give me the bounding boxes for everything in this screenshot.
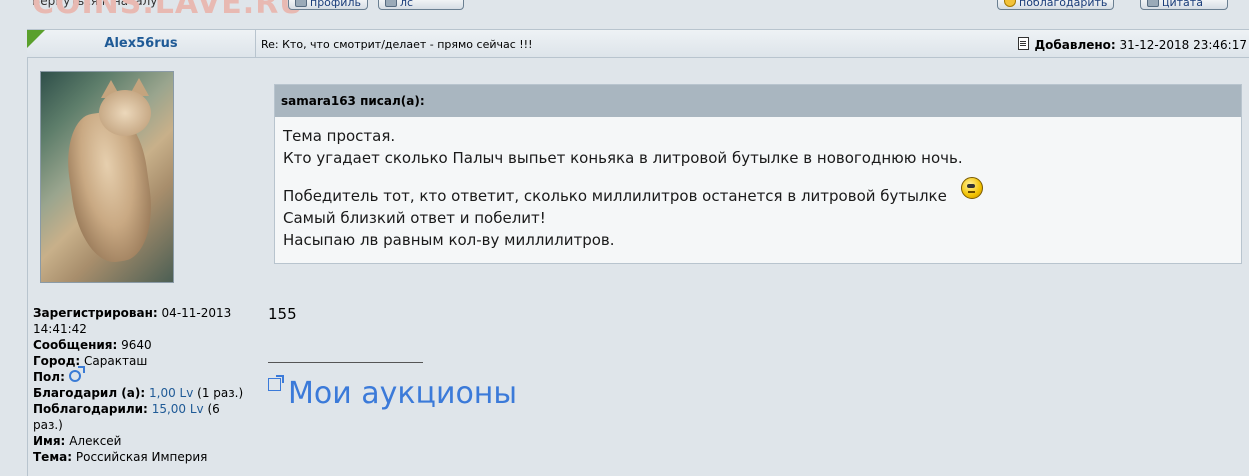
thank-button-label: поблагодарить <box>1019 0 1108 9</box>
signature-link[interactable]: Мои аукционы <box>268 375 518 411</box>
user-thanked-value[interactable]: 1,00 Lv <box>149 386 193 400</box>
user-topic: Тема: Российская Империя <box>33 450 208 464</box>
user-city: Город: Саракташ <box>33 354 148 368</box>
quote-line: Самый близкий ответ и побелит! <box>283 209 546 227</box>
user-thanks: Поблагодарили: 15,00 Lv (6 раз.) <box>33 402 220 432</box>
quote-line: Кто угадает сколько Палыч выпьет коньяка… <box>283 149 963 167</box>
quote-body: Тема простая. Кто угадает сколько Палыч … <box>275 117 1241 259</box>
quote-button-label: цитата <box>1162 0 1203 9</box>
quote-author: samara163 писал(а): <box>275 85 1241 117</box>
profile-button[interactable]: профиль <box>288 0 368 10</box>
user-thanked: Благодарил (а): 1,00 Lv (1 раз.) <box>33 386 244 400</box>
thank-icon <box>1004 0 1016 7</box>
male-icon <box>68 366 85 382</box>
quote-line: Насыпаю лв равным кол-ву миллилитров. <box>283 231 615 249</box>
post-text: 155 <box>268 305 297 323</box>
site-watermark: COINS.LAVE.RU <box>32 0 305 21</box>
external-link-icon <box>268 375 284 391</box>
profile-icon <box>295 0 307 7</box>
pm-button-label: лс <box>400 0 414 9</box>
profile-button-label: профиль <box>310 0 361 9</box>
quote-block: samara163 писал(а): Тема простая. Кто уг… <box>274 84 1242 264</box>
post-subject: Re: Кто, что смотрит/делает - прямо сейч… <box>261 38 533 51</box>
quote-icon <box>1147 0 1159 7</box>
user-registered: Зарегистрирован: 04-11-2013 14:41:42 <box>33 306 232 336</box>
post-header-bar: Alex56rus Re: Кто, что смотрит/делает - … <box>27 29 1249 58</box>
pm-icon <box>385 0 397 7</box>
author-username[interactable]: Alex56rus <box>27 36 255 51</box>
avatar-cat-head <box>99 90 151 136</box>
user-info: Зарегистрирован: 04-11-2013 14:41:42 Соо… <box>33 305 249 465</box>
user-messages: Сообщения: 9640 <box>33 338 152 352</box>
avatar <box>40 71 174 283</box>
thank-button[interactable]: поблагодарить <box>997 0 1115 10</box>
post-date: Добавлено: 31-12-2018 23:46:17 <box>1018 37 1247 52</box>
post-date-value: 31-12-2018 23:46:17 <box>1119 38 1247 52</box>
post-date-label: Добавлено: <box>1034 38 1116 52</box>
user-gender: Пол: <box>33 366 249 385</box>
document-icon[interactable] <box>1018 37 1030 50</box>
user-thanks-value[interactable]: 15,00 Lv <box>152 402 204 416</box>
pm-button[interactable]: лс <box>378 0 464 10</box>
smiley-icon <box>960 177 983 199</box>
quote-line: Победитель тот, кто ответит, сколько мил… <box>283 177 1233 207</box>
signature-link-label: Мои аукционы <box>288 376 518 411</box>
column-divider <box>255 30 256 57</box>
quote-line: Тема простая. <box>283 127 396 145</box>
signature-divider <box>268 362 423 364</box>
quote-button[interactable]: цитата <box>1140 0 1228 10</box>
user-name: Имя: Алексей <box>33 434 122 448</box>
